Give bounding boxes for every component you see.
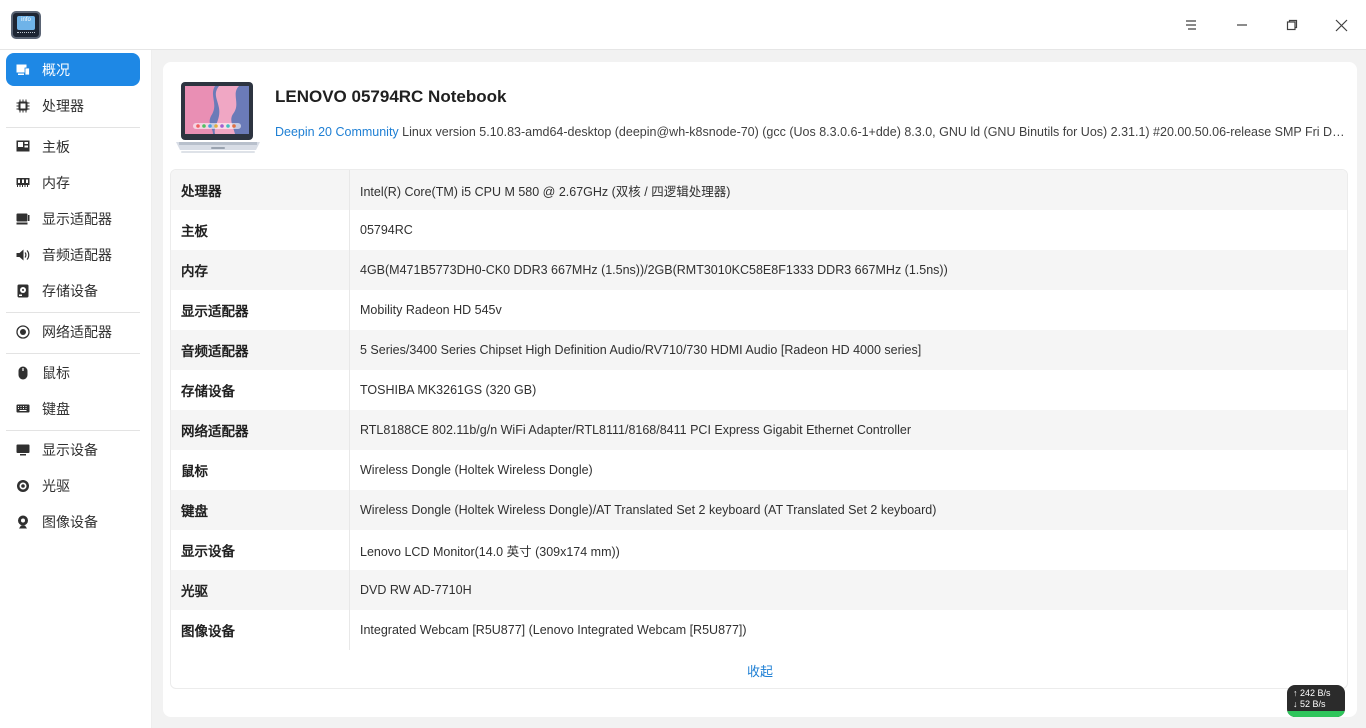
row-value: 4GB(M471B5773DH0-CK0 DDR3 667MHz (1.5ns)… (360, 263, 948, 277)
sidebar-item-overview[interactable]: 概况 (6, 53, 140, 86)
table-row: 网络适配器 RTL8188CE 802.11b/g/n WiFi Adapter/… (171, 410, 1347, 450)
monitor-icon (16, 443, 30, 457)
sidebar-divider (6, 127, 140, 128)
os-kernel-info: Deepin 20 Community Linux version 5.10.8… (275, 125, 1345, 139)
sidebar-item-label: 显示适配器 (42, 210, 112, 227)
table-row: 图像设备 Integrated Webcam [R5U877] (Lenovo I… (171, 610, 1347, 650)
close-icon[interactable] (1326, 10, 1356, 40)
table-row: 主板 05794RC (171, 210, 1347, 250)
collapse-button[interactable]: 收起 (171, 650, 1347, 688)
table-row: 显示设备 Lenovo LCD Monitor(14.0 英寸 (309x174 … (171, 530, 1347, 570)
sidebar-item-audio[interactable]: 音频适配器 (6, 238, 140, 271)
keyboard-icon (16, 402, 30, 416)
overview-table: 处理器 Intel(R) Core(TM) i5 CPU M 580 @ 2.67… (170, 169, 1348, 689)
sidebar-item-cpu[interactable]: 处理器 (6, 89, 140, 122)
row-key: 显示设备 (171, 530, 350, 570)
mouse-icon (16, 366, 30, 380)
row-key: 图像设备 (171, 610, 350, 650)
sidebar-item-motherboard[interactable]: 主板 (6, 130, 140, 163)
download-speed: ↓ 52 B/s (1293, 699, 1326, 709)
network-speed-widget[interactable]: ↑ 242 B/s ↓ 52 B/s (1287, 685, 1345, 717)
overview-panel: LENOVO 05794RC Notebook Deepin 20 Commun… (163, 62, 1357, 717)
sidebar-item-storage[interactable]: 存储设备 (6, 274, 140, 307)
row-key: 存储设备 (171, 370, 350, 410)
sidebar-divider (6, 312, 140, 313)
table-row: 音频适配器 5 Series/3400 Series Chipset High D… (171, 330, 1347, 370)
row-value: Wireless Dongle (Holtek Wireless Dongle)… (360, 503, 937, 517)
app-icon-label: info (17, 16, 35, 30)
sidebar-item-network[interactable]: 网络适配器 (6, 315, 140, 348)
row-key: 主板 (171, 210, 350, 250)
table-row: 内存 4GB(M471B5773DH0-CK0 DDR3 667MHz (1.5n… (171, 250, 1347, 290)
row-value: Integrated Webcam [R5U877] (Lenovo Integ… (360, 623, 747, 637)
sidebar-item-camera[interactable]: 图像设备 (6, 505, 140, 538)
table-row: 键盘 Wireless Dongle (Holtek Wireless Dongl… (171, 490, 1347, 530)
cpu-icon (16, 99, 30, 113)
sidebar-item-label: 主板 (42, 138, 70, 155)
sidebar-item-keyboard[interactable]: 键盘 (6, 392, 140, 425)
optical-drive-icon (16, 479, 30, 493)
row-key: 光驱 (171, 570, 350, 610)
laptop-icon (175, 80, 261, 156)
sidebar-item-label: 存储设备 (42, 282, 98, 299)
sidebar-item-mouse[interactable]: 鼠标 (6, 356, 140, 389)
restore-icon[interactable] (1277, 10, 1307, 40)
row-value: 5 Series/3400 Series Chipset High Defini… (360, 343, 922, 357)
overview-icon (16, 63, 30, 77)
minimize-icon[interactable] (1227, 10, 1257, 40)
storage-icon (16, 284, 30, 298)
row-value: 05794RC (360, 223, 413, 237)
table-row: 显示适配器 Mobility Radeon HD 545v (171, 290, 1347, 330)
sidebar-item-display-adapter[interactable]: 显示适配器 (6, 202, 140, 235)
row-key: 内存 (171, 250, 350, 290)
sidebar-item-label: 显示设备 (42, 441, 98, 458)
sidebar-item-label: 音频适配器 (42, 246, 112, 263)
os-link[interactable]: Deepin 20 Community (275, 125, 399, 139)
row-value: RTL8188CE 802.11b/g/n WiFi Adapter/RTL81… (360, 423, 912, 437)
kernel-version: Linux version 5.10.83-amd64-desktop (dee… (402, 125, 1345, 139)
row-value: DVD RW AD-7710H (360, 583, 472, 597)
row-value: Lenovo LCD Monitor(14.0 英寸 (309x174 mm)) (360, 544, 620, 559)
row-value: Wireless Dongle (Holtek Wireless Dongle) (360, 463, 593, 477)
row-key: 网络适配器 (171, 410, 350, 450)
app-icon: info (11, 11, 41, 39)
display-adapter-icon (16, 212, 30, 226)
sidebar-item-label: 键盘 (42, 400, 70, 417)
row-value: Intel(R) Core(TM) i5 CPU M 580 @ 2.67GHz… (360, 184, 731, 199)
table-row: 鼠标 Wireless Dongle (Holtek Wireless Dongl… (171, 450, 1347, 490)
row-key: 键盘 (171, 490, 350, 530)
sidebar-item-label: 网络适配器 (42, 323, 112, 340)
motherboard-icon (16, 140, 30, 154)
memory-icon (16, 176, 30, 190)
sidebar-item-monitor[interactable]: 显示设备 (6, 433, 140, 466)
row-key: 鼠标 (171, 450, 350, 490)
sidebar: 概况 处理器 主板 内存 显示适配器 音频适配器 存储设备 网络适配器 鼠标 键… (0, 50, 152, 728)
device-title: LENOVO 05794RC Notebook (275, 87, 507, 106)
sidebar-divider (6, 430, 140, 431)
sidebar-item-label: 处理器 (42, 97, 84, 114)
table-row: 存储设备 TOSHIBA MK3261GS (320 GB) (171, 370, 1347, 410)
row-key: 显示适配器 (171, 290, 350, 330)
audio-icon (16, 248, 30, 262)
title-bar: info (0, 0, 1366, 50)
network-icon (16, 324, 30, 339)
sidebar-item-label: 光驱 (42, 477, 70, 494)
table-row: 光驱 DVD RW AD-7710H (171, 570, 1347, 610)
upload-speed: ↑ 242 B/s (1293, 688, 1331, 698)
table-row: 处理器 Intel(R) Core(TM) i5 CPU M 580 @ 2.67… (171, 170, 1347, 210)
row-key: 音频适配器 (171, 330, 350, 370)
camera-icon (16, 515, 30, 529)
sidebar-item-memory[interactable]: 内存 (6, 166, 140, 199)
row-value: TOSHIBA MK3261GS (320 GB) (360, 383, 537, 397)
row-key: 处理器 (171, 170, 350, 210)
sidebar-item-optical-drive[interactable]: 光驱 (6, 469, 140, 502)
sidebar-item-label: 内存 (42, 174, 70, 191)
row-value: Mobility Radeon HD 545v (360, 303, 502, 317)
speed-bar (1287, 711, 1345, 717)
menu-icon[interactable] (1176, 10, 1206, 40)
sidebar-item-label: 鼠标 (42, 364, 70, 381)
sidebar-divider (6, 353, 140, 354)
sidebar-item-label: 图像设备 (42, 513, 98, 530)
sidebar-item-label: 概况 (42, 61, 70, 78)
